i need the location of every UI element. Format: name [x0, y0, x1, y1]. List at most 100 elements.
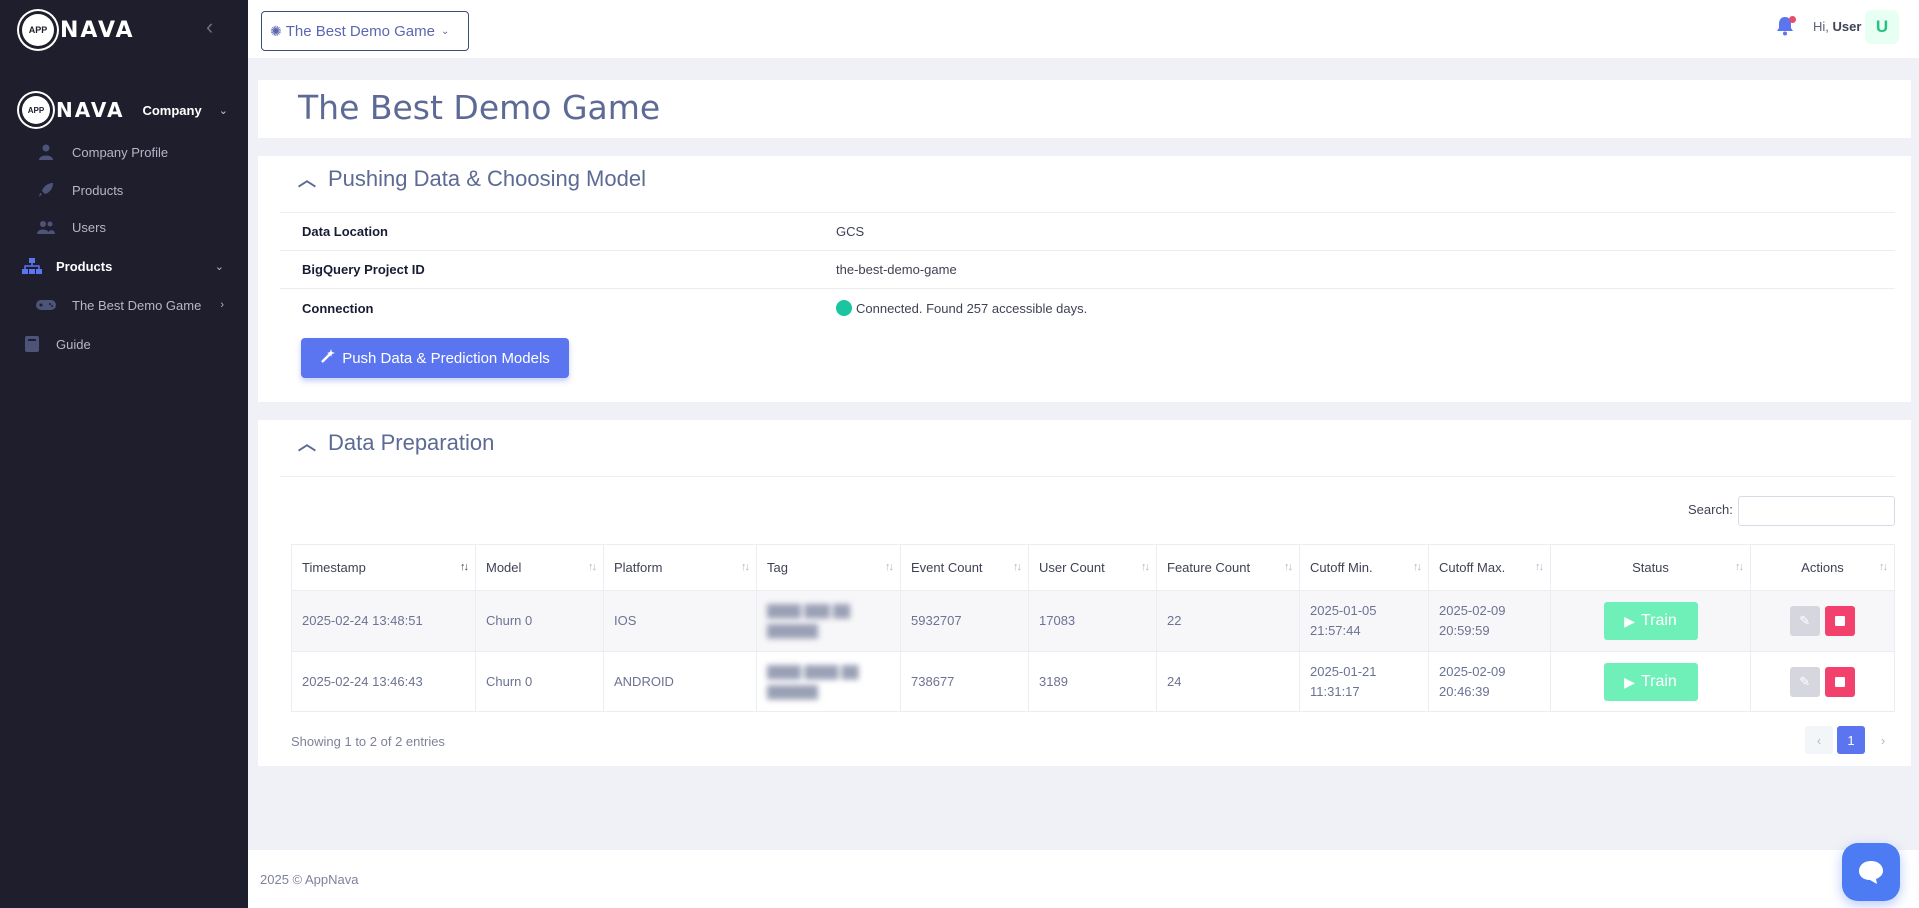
sort-icon: ↑↓ — [1535, 561, 1544, 573]
delete-button[interactable] — [1825, 606, 1856, 636]
sitemap-icon — [22, 256, 42, 276]
chevron-down-icon: ⌄ — [218, 104, 228, 117]
sidebar-item-guide[interactable]: Guide — [0, 328, 248, 360]
chat-icon — [1859, 861, 1883, 884]
sort-icon: ↑↓ — [885, 561, 894, 573]
cell-user-count: 3189 — [1028, 651, 1157, 712]
table-row: 2025-02-24 13:46:43 Churn 0 ANDROID ████… — [291, 651, 1895, 712]
column-header-timestamp[interactable]: Timestamp ↑↓ — [291, 544, 476, 591]
column-header-user-count[interactable]: User Count ↑↓ — [1028, 544, 1157, 591]
product-selector[interactable]: ✺ The Best Demo Game ⌄ — [261, 11, 469, 51]
sidebar-item-the-best-demo-game[interactable]: The Best Demo Game › — [0, 289, 248, 321]
user-icon — [36, 142, 56, 162]
kv-value-connection: Connected. Found 257 accessible days. — [836, 300, 1087, 316]
sort-icon: ↑↓ — [1013, 561, 1022, 573]
sidebar-item-label: Users — [72, 219, 106, 235]
column-header-actions[interactable]: Actions ↑↓ — [1750, 544, 1895, 591]
pushing-section-toggle[interactable]: ︿ Pushing Data & Choosing Model — [298, 166, 646, 192]
cell-event-count: 5932707 — [900, 590, 1029, 652]
pagination: ‹ 1 › — [1805, 726, 1897, 754]
cell-tag-redacted: ████ ████ ██ ██████ — [756, 651, 901, 712]
chevron-up-icon: ︿ — [298, 170, 316, 190]
footer-copyright: 2025 © AppNava — [260, 872, 359, 887]
play-icon: ▶ — [1624, 613, 1635, 629]
delete-button[interactable] — [1825, 666, 1856, 697]
sort-icon: ↑↓ — [1413, 561, 1422, 573]
chevron-up-icon: ︿ — [298, 434, 316, 454]
sidebar-collapse-icon[interactable]: ‹ — [206, 14, 213, 40]
stop-icon — [1835, 616, 1846, 626]
avatar[interactable]: U — [1865, 10, 1899, 44]
column-header-event-count[interactable]: Event Count ↑↓ — [900, 544, 1029, 591]
cell-feature-count: 24 — [1156, 651, 1300, 712]
cell-timestamp: 2025-02-24 13:48:51 — [291, 590, 476, 652]
column-header-platform[interactable]: Platform ↑↓ — [603, 544, 757, 591]
column-header-status[interactable]: Status ↑↓ — [1550, 544, 1751, 591]
pagination-page[interactable]: 1 — [1837, 726, 1865, 754]
sidebar-item-users[interactable]: Users — [0, 211, 248, 243]
cell-model: Churn 0 — [475, 590, 604, 652]
section-title: Data Preparation — [328, 430, 495, 455]
push-data-button[interactable]: Push Data & Prediction Models — [301, 338, 569, 378]
sidebar-item-label: The Best Demo Game — [72, 297, 202, 313]
company-logo-icon: APP — [22, 96, 50, 124]
connection-text: Connected. Found 257 accessible days. — [856, 300, 1088, 316]
column-header-tag[interactable]: Tag ↑↓ — [756, 544, 901, 591]
user-greeting[interactable]: Hi, User — [1813, 19, 1861, 34]
cell-platform: ANDROID — [603, 651, 757, 712]
prep-section-toggle[interactable]: ︿ Data Preparation — [298, 430, 494, 456]
table-header-row: Timestamp ↑↓ Model ↑↓ Platform ↑↓ Tag ↑↓ Eve… — [291, 544, 1895, 591]
sidebar-item-products[interactable]: Products ⌄ — [0, 250, 248, 282]
redacted-tag: ████ ███ ██ ██████ — [767, 604, 851, 638]
cell-user-count: 17083 — [1028, 590, 1157, 652]
cell-cutoff-min: 2025-01-05 21:57:44 — [1299, 590, 1429, 652]
sidebar-item-label: Products — [72, 182, 124, 198]
cell-cutoff-min: 2025-01-21 11:31:17 — [1299, 651, 1429, 712]
edit-button[interactable]: ✎ — [1789, 606, 1820, 636]
redacted-tag: ████ ████ ██ ██████ — [767, 664, 859, 699]
notifications-button[interactable] — [1776, 16, 1796, 36]
app-logo[interactable]: APP NAVA — [22, 14, 135, 46]
edit-icon: ✎ — [1799, 673, 1811, 689]
train-button[interactable]: ▶ Train — [1603, 662, 1698, 701]
column-header-model[interactable]: Model ↑↓ — [475, 544, 604, 591]
sort-icon: ↑↓ — [1284, 561, 1293, 573]
table-info: Showing 1 to 2 of 2 entries — [291, 734, 445, 749]
sort-icon: ↑↓ — [1879, 561, 1888, 573]
gamepad-icon — [36, 295, 56, 315]
sidebar-item-label: Company Profile — [72, 144, 169, 160]
cell-status: ▶ Train — [1550, 651, 1751, 712]
chat-button[interactable] — [1842, 843, 1900, 901]
sidebar-company-toggle[interactable]: APP NAVA Company ⌄ — [22, 96, 228, 124]
book-icon — [22, 334, 42, 354]
kv-key: Data Location — [302, 224, 388, 239]
gear-icon: ✺ — [270, 22, 282, 39]
column-header-feature-count[interactable]: Feature Count ↑↓ — [1156, 544, 1300, 591]
chevron-down-icon: ⌄ — [214, 260, 224, 273]
kv-row-bigquery-project: BigQuery Project ID the-best-demo-game — [280, 251, 1895, 289]
cell-cutoff-max: 2025-02-09 20:46:39 — [1428, 651, 1551, 712]
kv-row-data-location: Data Location GCS — [280, 213, 1895, 251]
pagination-next[interactable]: › — [1869, 726, 1897, 754]
edit-icon: ✎ — [1799, 613, 1811, 628]
cell-feature-count: 22 — [1156, 590, 1300, 652]
column-header-cutoff-min[interactable]: Cutoff Min. ↑↓ — [1299, 544, 1429, 591]
stop-icon — [1835, 676, 1846, 687]
edit-button[interactable]: ✎ — [1789, 666, 1820, 697]
sort-icon: ↑↓ — [741, 561, 750, 573]
chevron-right-icon: › — [220, 299, 224, 311]
train-button[interactable]: ▶ Train — [1603, 602, 1698, 640]
cell-model: Churn 0 — [475, 651, 604, 712]
sidebar-item-company-profile[interactable]: Company Profile — [0, 136, 248, 168]
connected-status-icon — [836, 300, 852, 316]
sidebar-item-products-company[interactable]: Products — [0, 174, 248, 206]
pagination-prev[interactable]: ‹ — [1805, 726, 1833, 754]
page-header-card: The Best Demo Game — [258, 80, 1911, 138]
column-header-cutoff-max[interactable]: Cutoff Max. ↑↓ — [1428, 544, 1551, 591]
sidebar-item-label: Guide — [56, 336, 91, 352]
chevron-down-icon: ⌄ — [440, 25, 450, 37]
search-input[interactable] — [1738, 496, 1895, 526]
logo-text: NAVA — [60, 17, 135, 43]
user-name: User — [1832, 19, 1862, 34]
footer: 2025 © AppNava — [248, 850, 1919, 908]
